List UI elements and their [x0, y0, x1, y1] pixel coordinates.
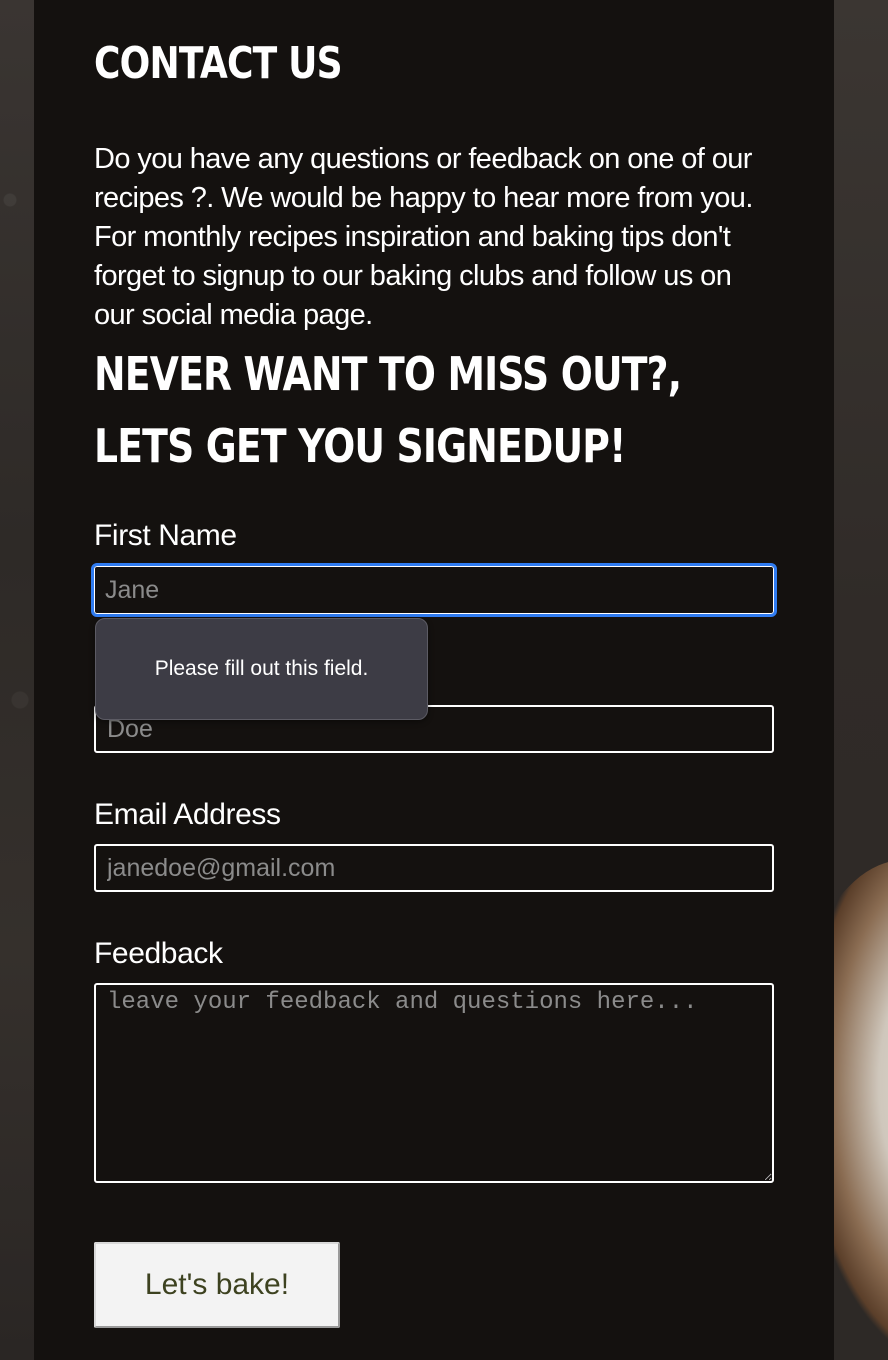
background-photo-left	[0, 0, 34, 1360]
email-label: Email Address	[94, 798, 281, 831]
feedback-label: Feedback	[94, 937, 223, 970]
contact-heading: CONTACT US	[94, 38, 343, 89]
flour-bowl-image	[834, 860, 888, 1360]
first-name-input[interactable]	[91, 563, 777, 617]
submit-button[interactable]: Let's bake!	[94, 1242, 340, 1328]
feedback-textarea[interactable]	[94, 983, 774, 1183]
email-input[interactable]	[94, 844, 774, 892]
first-name-label: First Name	[94, 519, 237, 552]
background-photo-right	[834, 0, 888, 1360]
contact-intro-text: Do you have any questions or feedback on…	[94, 143, 753, 331]
signup-heading: NEVER WANT TO MISS OUT?, LETS GET YOU SI…	[94, 347, 682, 473]
validation-tooltip: Please fill out this field.	[95, 618, 428, 720]
